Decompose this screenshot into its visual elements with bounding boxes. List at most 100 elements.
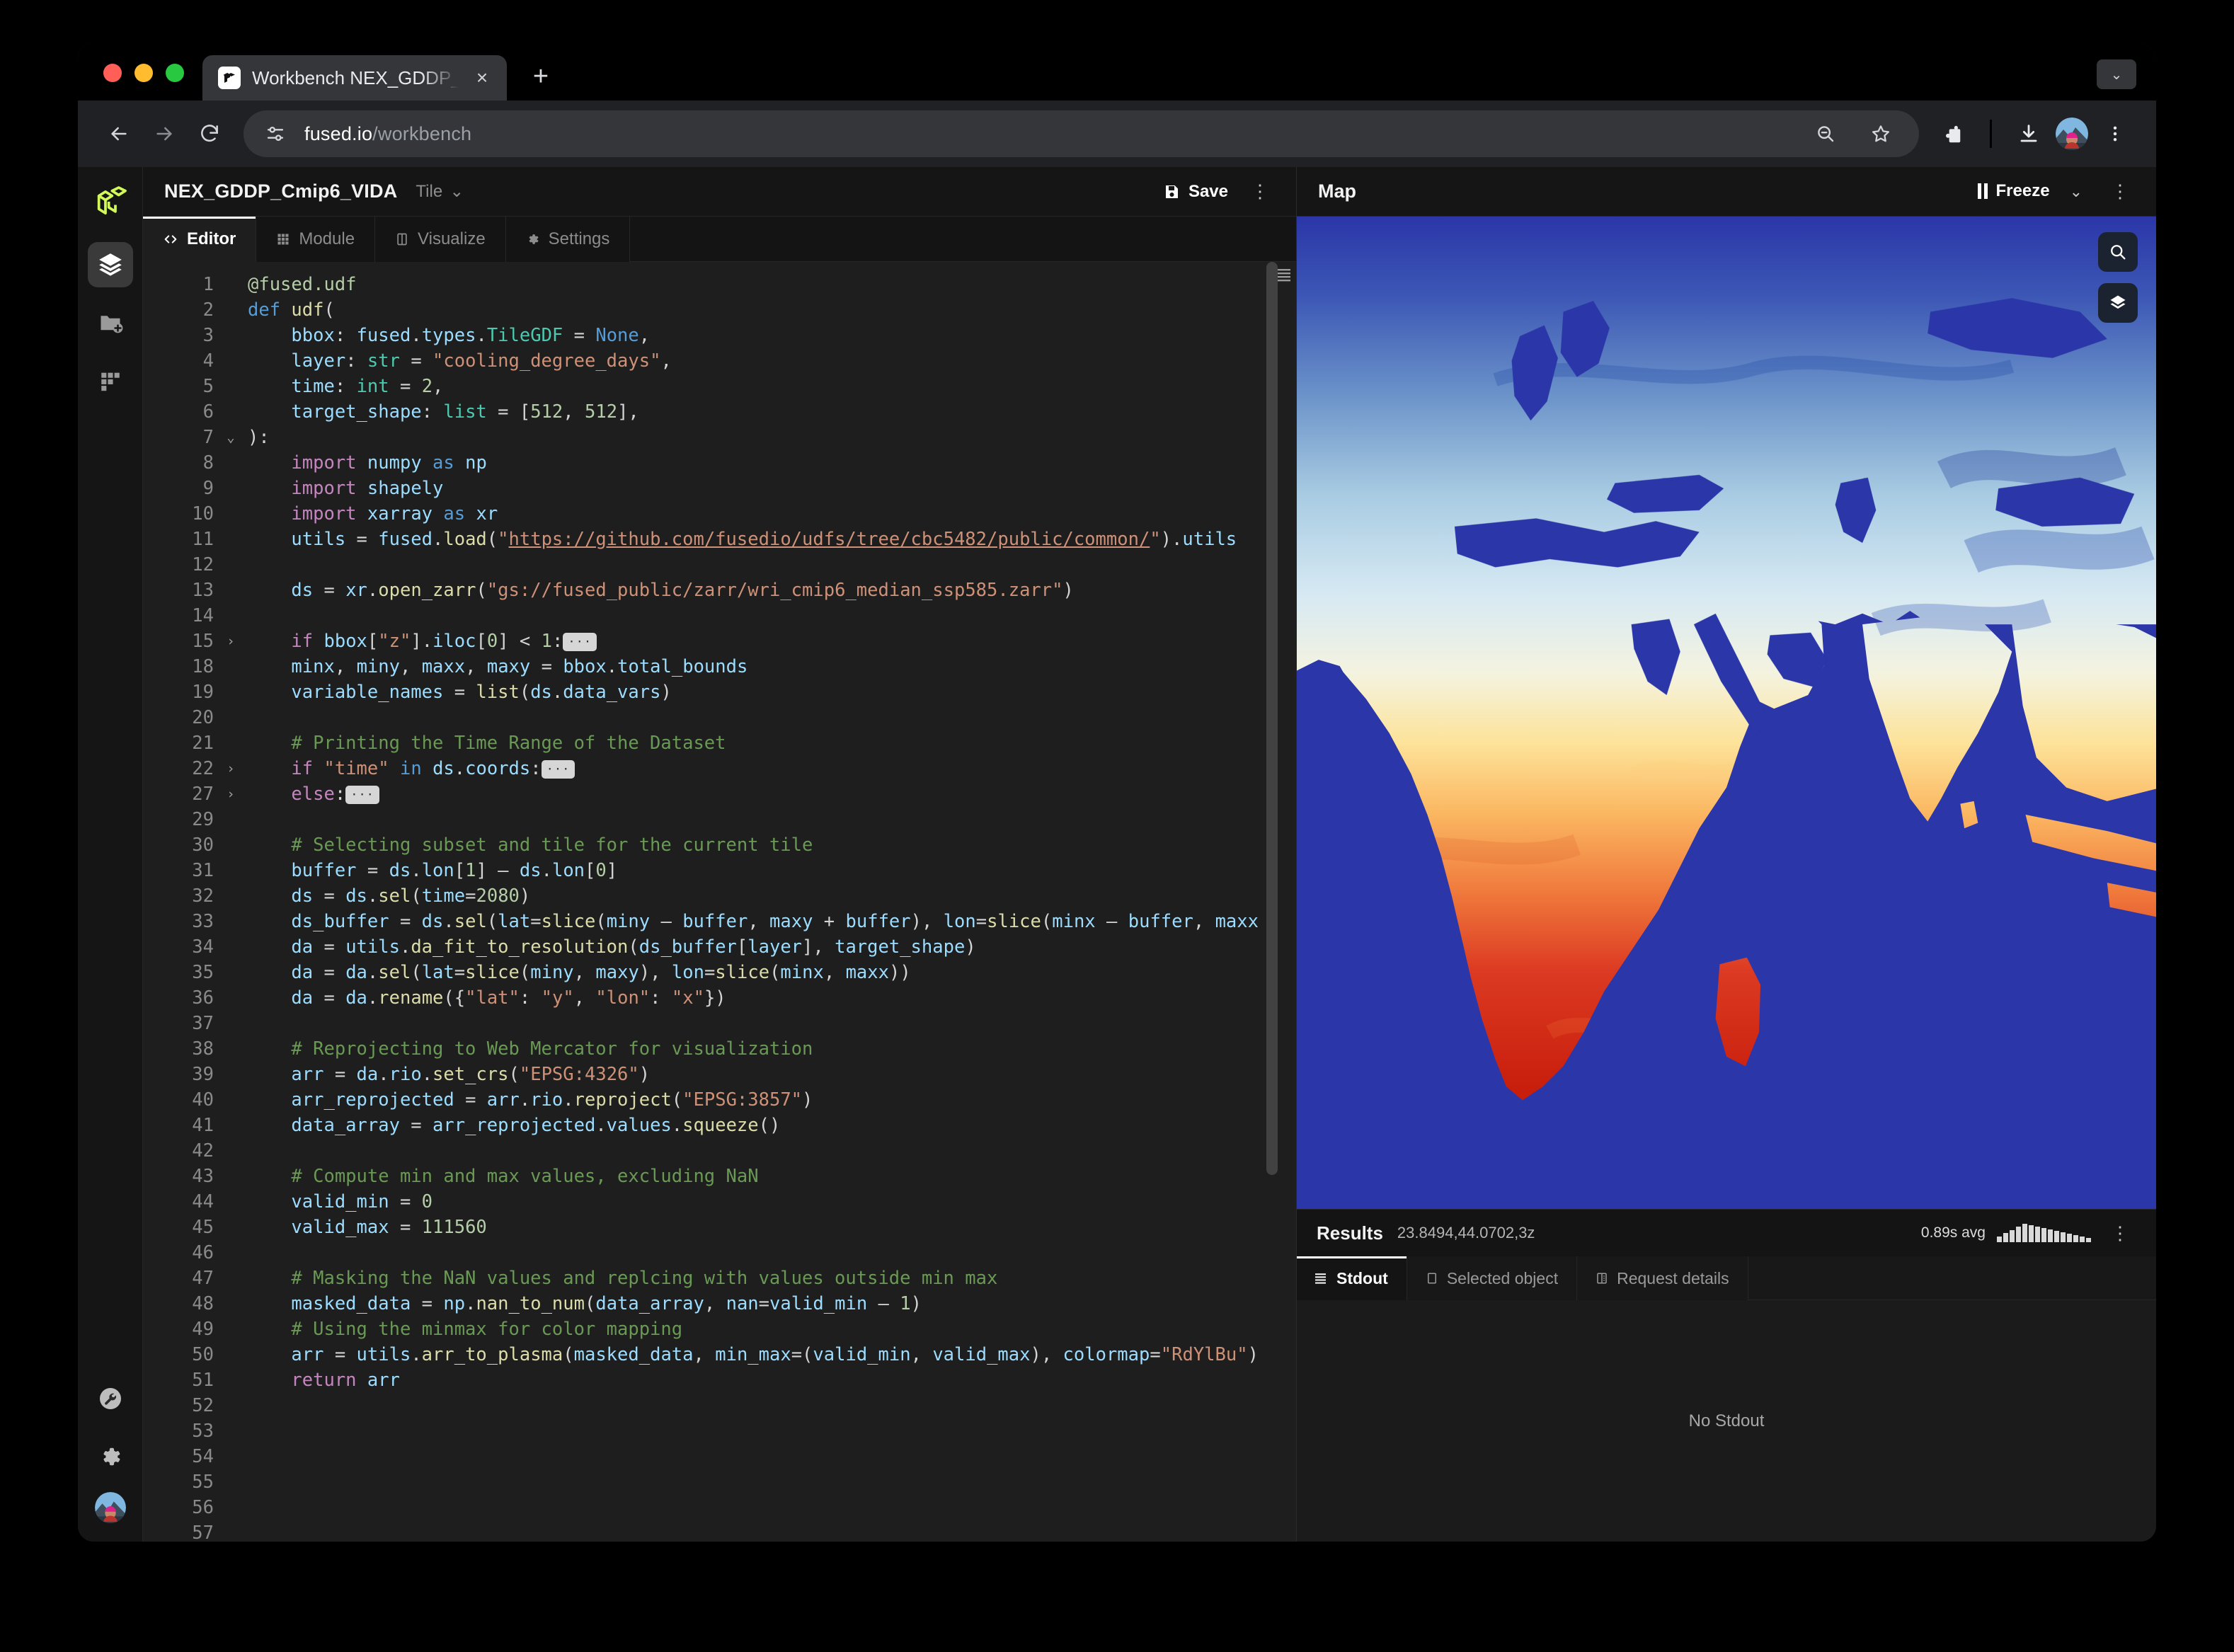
new-tab-button[interactable]: + [522, 58, 559, 95]
window-chevron-icon[interactable]: ⌄ [2097, 59, 2136, 89]
editor-scrollbar[interactable] [1266, 262, 1278, 1542]
results-menu-icon[interactable]: ⋮ [2102, 1222, 2138, 1245]
tab-settings[interactable]: Settings [506, 217, 631, 262]
collapsed-region-pill[interactable]: ··· [345, 786, 379, 804]
profile-avatar[interactable] [2056, 117, 2088, 150]
udf-menu-icon[interactable]: ⋮ [1242, 180, 1278, 203]
zoom-out-icon[interactable] [1803, 111, 1848, 156]
code-line[interactable]: 34 da = utils.da_fit_to_resolution(ds_bu… [143, 934, 1296, 960]
address-bar[interactable]: fused.io/workbench [244, 110, 1919, 157]
collapsed-region-pill[interactable]: ··· [563, 633, 597, 651]
code-line[interactable]: 56 [143, 1495, 1296, 1520]
code-line[interactable]: 36 da = da.rename({"lat": "y", "lon": "x… [143, 985, 1296, 1011]
code-editor[interactable]: 1@fused.udf2def udf(3 bbox: fused.types.… [143, 262, 1296, 1542]
editor-scrollbar-thumb[interactable] [1266, 262, 1278, 1175]
user-avatar[interactable] [95, 1492, 126, 1523]
code-line[interactable]: 33 ds_buffer = ds.sel(lat=slice(miny – b… [143, 909, 1296, 934]
maximize-window-button[interactable] [166, 64, 184, 82]
minimize-window-button[interactable] [134, 64, 153, 82]
code-line[interactable]: 49 # Using the minmax for color mapping [143, 1317, 1296, 1342]
code-line[interactable]: 40 arr_reprojected = arr.rio.reproject("… [143, 1087, 1296, 1113]
fold-toggle-icon[interactable]: › [221, 781, 241, 807]
code-line[interactable]: 42 [143, 1138, 1296, 1164]
code-line[interactable]: 38 # Reprojecting to Web Mercator for vi… [143, 1036, 1296, 1062]
code-line[interactable]: 2def udf( [143, 297, 1296, 323]
reload-icon[interactable] [187, 111, 232, 156]
tab-module[interactable]: Module [256, 217, 375, 262]
download-icon[interactable] [2006, 111, 2051, 156]
code-line[interactable]: 39 arr = da.rio.set_crs("EPSG:4326") [143, 1062, 1296, 1087]
freeze-button[interactable]: Freeze [1978, 181, 2050, 201]
code-line[interactable]: 13 ds = xr.open_zarr("gs://fused_public/… [143, 578, 1296, 603]
map-canvas[interactable] [1297, 217, 2156, 1209]
code-line[interactable]: 47 # Masking the NaN values and replcing… [143, 1266, 1296, 1291]
site-settings-icon[interactable] [259, 117, 292, 150]
tab-stdout[interactable]: Stdout [1297, 1256, 1407, 1300]
code-line[interactable]: 41 data_array = arr_reprojected.values.s… [143, 1113, 1296, 1138]
code-line[interactable]: 12 [143, 552, 1296, 578]
code-line[interactable]: 15› if bbox["z"].iloc[0] < 1:··· [143, 629, 1296, 654]
freeze-chevron-icon[interactable]: ⌄ [2061, 181, 2091, 202]
code-line[interactable]: 20 [143, 705, 1296, 730]
sidebar-item-settings[interactable] [88, 1434, 133, 1479]
fold-toggle-icon[interactable]: › [221, 756, 241, 781]
code-line[interactable]: 5 time: int = 2, [143, 374, 1296, 399]
code-line[interactable]: 11 utils = fused.load("https://github.co… [143, 527, 1296, 552]
code-line[interactable]: 14 [143, 603, 1296, 629]
code-line[interactable]: 27› else:··· [143, 781, 1296, 807]
code-line[interactable]: 57 [143, 1520, 1296, 1542]
code-line[interactable]: 29 [143, 807, 1296, 832]
fold-toggle-icon[interactable]: › [221, 629, 241, 654]
code-line[interactable]: 43 # Compute min and max values, excludi… [143, 1164, 1296, 1189]
code-line[interactable]: 21 # Printing the Time Range of the Data… [143, 730, 1296, 756]
browser-menu-icon[interactable] [2092, 111, 2138, 156]
sidebar-item-blocks[interactable] [88, 358, 133, 403]
code-line[interactable]: 3 bbox: fused.types.TileGDF = None, [143, 323, 1296, 348]
code-line[interactable]: 7⌄): [143, 425, 1296, 450]
code-line[interactable]: 8 import numpy as np [143, 450, 1296, 476]
tab-request-details[interactable]: Request details [1577, 1256, 1748, 1300]
udf-type-selector[interactable]: Tile ⌄ [416, 181, 464, 202]
fused-logo[interactable] [88, 180, 133, 225]
tab-selected-object[interactable]: Selected object [1407, 1256, 1577, 1300]
code-line[interactable]: 48 masked_data = np.nan_to_num(data_arra… [143, 1291, 1296, 1317]
code-line[interactable]: 37 [143, 1011, 1296, 1036]
extensions-icon[interactable] [1930, 111, 1976, 156]
search-icon[interactable] [2098, 232, 2138, 272]
save-button[interactable]: Save [1156, 176, 1235, 207]
code-line[interactable]: 6 target_shape: list = [512, 512], [143, 399, 1296, 425]
code-token[interactable]: https://github.com/fusedio/udfs/tree/cbc… [509, 529, 1150, 550]
bookmark-star-icon[interactable] [1858, 111, 1903, 156]
code-line[interactable]: 1@fused.udf [143, 272, 1296, 297]
code-line[interactable]: 19 variable_names = list(ds.data_vars) [143, 679, 1296, 705]
code-line[interactable]: 22› if "time" in ds.coords:··· [143, 756, 1296, 781]
code-line[interactable]: 31 buffer = ds.lon[1] – ds.lon[0] [143, 858, 1296, 883]
code-line[interactable]: 55 [143, 1469, 1296, 1495]
code-line[interactable]: 52 [143, 1393, 1296, 1418]
code-line[interactable]: 46 [143, 1240, 1296, 1266]
tab-editor[interactable]: Editor [143, 217, 256, 262]
sidebar-item-layers[interactable] [88, 242, 133, 287]
code-line[interactable]: 54 [143, 1444, 1296, 1469]
code-line[interactable]: 51 return arr [143, 1367, 1296, 1393]
code-line[interactable]: 4 layer: str = "cooling_degree_days", [143, 348, 1296, 374]
code-line[interactable]: 10 import xarray as xr [143, 501, 1296, 527]
sidebar-item-tools[interactable] [88, 1376, 133, 1421]
code-line[interactable]: 44 valid_min = 0 [143, 1189, 1296, 1215]
browser-tab[interactable]: Workbench NEX_GDDP_Cmip6_VIDA × [202, 55, 507, 101]
code-line[interactable]: 45 valid_max = 111560 [143, 1215, 1296, 1240]
code-line[interactable]: 35 da = da.sel(lat=slice(miny, maxy), lo… [143, 960, 1296, 985]
tab-visualize[interactable]: Visualize [375, 217, 506, 262]
back-icon[interactable] [96, 111, 142, 156]
sidebar-item-folder-add[interactable] [88, 300, 133, 345]
code-line[interactable]: 50 arr = utils.arr_to_plasma(masked_data… [143, 1342, 1296, 1367]
code-line[interactable]: 18 minx, miny, maxx, maxy = bbox.total_b… [143, 654, 1296, 679]
collapsed-region-pill[interactable]: ··· [542, 760, 575, 779]
code-line[interactable]: 9 import shapely [143, 476, 1296, 501]
map-menu-icon[interactable]: ⋮ [2102, 180, 2138, 203]
code-line[interactable]: 30 # Selecting subset and tile for the c… [143, 832, 1296, 858]
layers-icon[interactable] [2098, 283, 2138, 323]
code-line[interactable]: 32 ds = ds.sel(time=2080) [143, 883, 1296, 909]
code-line[interactable]: 53 [143, 1418, 1296, 1444]
forward-icon[interactable] [142, 111, 187, 156]
